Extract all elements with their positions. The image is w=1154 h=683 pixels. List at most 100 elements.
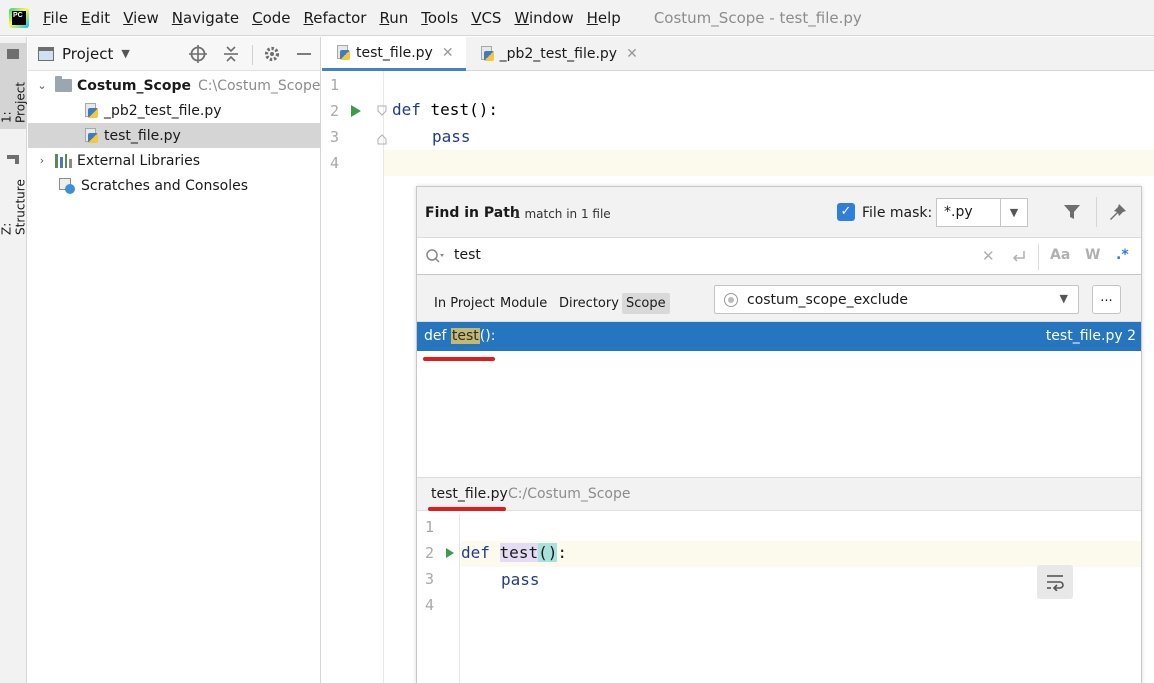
folder-icon: [7, 49, 20, 59]
tool-tab-project-label: 1: Project: [0, 81, 28, 123]
menu-edit[interactable]: Edit: [81, 9, 110, 27]
tool-tab-structure[interactable]: Z: Structure: [0, 149, 28, 241]
menu-refactor[interactable]: Refactor: [304, 9, 367, 27]
project-root-path: C:\Costum_Scope: [198, 77, 321, 94]
soft-wrap-button[interactable]: [1037, 565, 1073, 599]
code-line-3: pass: [432, 127, 471, 146]
scope-row: In Project Module Directory Scope costum…: [417, 275, 1141, 322]
menu-view[interactable]: View: [123, 9, 159, 27]
preview-file-name: test_file.py: [431, 486, 508, 502]
scope-tab-in-project[interactable]: In Project: [430, 293, 499, 314]
chevron-right-icon[interactable]: ›: [36, 154, 48, 167]
tree-item-external-libraries[interactable]: › External Libraries: [28, 148, 321, 173]
tool-tab-structure-label: Z: Structure: [0, 179, 28, 235]
project-root-name: Costum_Scope: [77, 77, 191, 94]
gear-icon[interactable]: [263, 45, 281, 63]
file-mask-select[interactable]: *.py ▼: [936, 198, 1028, 227]
line-number: 4: [425, 596, 435, 614]
scope-tab-directory[interactable]: Directory: [555, 293, 623, 314]
menu-file[interactable]: File: [43, 9, 68, 27]
tree-item-label: test_file.py: [104, 127, 181, 144]
search-row: ✕ Aa W .*: [417, 238, 1141, 275]
search-separator: [1038, 244, 1039, 270]
function-signature: test():: [420, 100, 498, 119]
project-view-icon: [38, 46, 54, 61]
menu-help[interactable]: Help: [587, 9, 621, 27]
tool-tab-project[interactable]: 1: Project: [0, 43, 28, 129]
result-prefix: def: [424, 328, 451, 344]
close-icon[interactable]: ✕: [442, 45, 454, 61]
run-arrow-icon[interactable]: [350, 104, 362, 118]
new-line-icon[interactable]: [1011, 249, 1027, 265]
window-title: Costum_Scope - test_file.py: [653, 8, 862, 27]
tab-test-file[interactable]: test_file.py ✕: [322, 37, 466, 71]
menu-tools[interactable]: Tools: [421, 9, 458, 27]
menu-navigate[interactable]: Navigate: [172, 9, 239, 27]
file-mask-value: *.py: [944, 204, 973, 220]
search-input[interactable]: [454, 247, 954, 263]
preview-gutter: 1 2 3 4: [417, 514, 460, 683]
project-toolbar: Project ▼: [28, 37, 320, 71]
result-match: test: [450, 328, 480, 344]
whole-words-icon[interactable]: W: [1085, 247, 1100, 263]
filter-icon[interactable]: [1061, 201, 1083, 223]
preview-file-path: C:/Costum_Scope: [508, 486, 631, 502]
find-dialog-header: Find in Path 1 match in 1 file ✓ File ma…: [417, 187, 1141, 238]
scope-select[interactable]: costum_scope_exclude ▼: [714, 285, 1079, 314]
preview-colon: :: [557, 543, 567, 562]
library-icon: [55, 153, 72, 168]
tree-item-pb2-file[interactable]: _pb2_test_file.py: [28, 98, 321, 123]
fold-marker-icon[interactable]: [376, 105, 388, 145]
menu-vcs[interactable]: VCS: [471, 9, 501, 27]
tree-item-project-root[interactable]: ⌄ Costum_Scope C:\Costum_Scope: [28, 73, 321, 98]
locate-icon[interactable]: [189, 45, 207, 63]
preview-function-name: test: [499, 543, 539, 562]
line-number: 1: [425, 518, 435, 536]
menu-run[interactable]: Run: [379, 9, 408, 27]
editor-tab-bar: test_file.py ✕ _pb2_test_file.py ✕: [322, 37, 1154, 71]
menu-code[interactable]: Code: [252, 9, 290, 27]
python-file-icon: [84, 102, 99, 119]
tree-item-test-file[interactable]: test_file.py: [28, 123, 321, 148]
tree-item-label: External Libraries: [77, 152, 200, 169]
result-row[interactable]: def test(): test_file.py 2: [417, 322, 1141, 351]
preview-code-line-3: pass: [501, 570, 540, 589]
chevron-down-icon[interactable]: ▼: [1060, 292, 1068, 305]
menu-window[interactable]: Window: [514, 9, 573, 27]
scope-select-value: costum_scope_exclude: [747, 292, 908, 308]
app-logo-text: PC: [12, 10, 26, 25]
find-in-path-dialog: Find in Path 1 match in 1 file ✓ File ma…: [416, 186, 1142, 683]
chevron-down-icon[interactable]: ▼: [1000, 199, 1027, 226]
preview-editor[interactable]: 1 2 3 4 def test(): pass: [417, 514, 1141, 683]
caret-line-highlight: [322, 150, 1154, 176]
scope-tab-scope[interactable]: Scope: [622, 293, 670, 314]
hide-panel-icon[interactable]: [295, 45, 313, 63]
tree-item-scratches[interactable]: Scratches and Consoles: [28, 173, 321, 198]
close-icon[interactable]: ✕: [626, 46, 638, 62]
regex-icon[interactable]: .*: [1116, 247, 1129, 263]
python-file-icon: [480, 46, 495, 62]
menu-bar: PC File Edit View Navigate Code Refactor…: [0, 0, 1154, 36]
view-dropdown-icon[interactable]: ▼: [121, 47, 129, 60]
collapse-all-icon[interactable]: [222, 45, 240, 63]
tree-item-label: _pb2_test_file.py: [104, 102, 222, 119]
search-icon[interactable]: [425, 248, 445, 264]
file-mask-checkbox[interactable]: ✓: [837, 203, 855, 221]
annotation-underline: [423, 357, 495, 361]
preview-code-line-2: def test():: [461, 543, 567, 562]
file-mask-label: File mask:: [862, 205, 933, 221]
tab-pb2-test-file[interactable]: _pb2_test_file.py ✕: [466, 37, 650, 71]
find-dialog-title: Find in Path: [425, 205, 520, 221]
keyword-def: def: [461, 543, 490, 562]
header-separator: [1096, 197, 1097, 227]
project-panel-title[interactable]: Project: [62, 45, 113, 63]
match-case-icon[interactable]: Aa: [1050, 247, 1070, 263]
scope-tab-module[interactable]: Module: [496, 293, 551, 314]
clear-icon[interactable]: ✕: [982, 247, 995, 265]
python-file-icon: [84, 127, 99, 144]
chevron-down-icon[interactable]: ⌄: [36, 79, 48, 92]
scope-more-button[interactable]: ...: [1092, 285, 1121, 314]
pin-icon[interactable]: [1107, 201, 1129, 223]
editor-gutter: 1 2 3 4: [322, 71, 387, 683]
run-arrow-icon[interactable]: [445, 547, 455, 559]
